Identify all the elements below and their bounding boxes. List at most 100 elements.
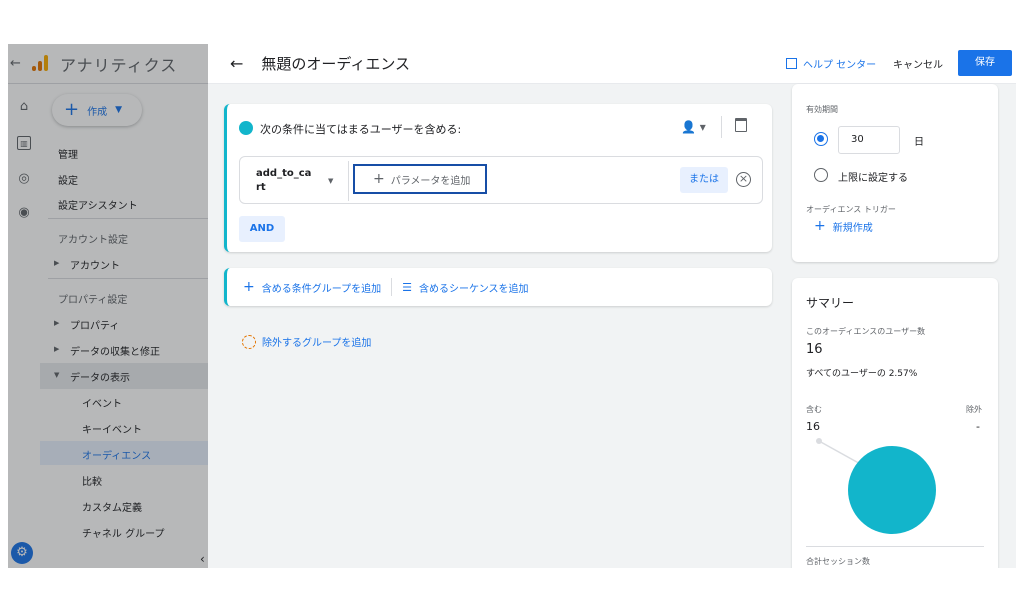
condition-row: add_to_cart ▼ + パラメータを追加 または × bbox=[239, 156, 763, 204]
new-trigger-label: 新規作成 bbox=[832, 222, 873, 234]
divider bbox=[391, 278, 393, 296]
caret-down-icon[interactable]: ▼ bbox=[328, 177, 333, 185]
pie-leader-line bbox=[818, 440, 865, 467]
exclude-icon bbox=[242, 334, 256, 349]
reports-icon[interactable]: ▥ bbox=[17, 136, 31, 150]
analytics-sidebar: ← アナリティクス ⌂ ▥ ◎ ◉ ⚙ + 作成 ▼ 管理 設定 設定アシスタン… bbox=[8, 44, 208, 568]
plus-icon: + bbox=[373, 171, 385, 187]
help-center-link[interactable]: ヘルプ センター bbox=[786, 56, 876, 71]
sequence-icon: ☰ bbox=[402, 280, 413, 294]
nav-custom-definitions[interactable]: カスタム定義 bbox=[82, 499, 142, 514]
nav-settings[interactable]: 設定 bbox=[58, 172, 78, 187]
audience-pie-chart bbox=[816, 438, 936, 534]
exclude-value: - bbox=[976, 420, 980, 433]
add-exclude-group-button[interactable]: 除外するグループを追加 bbox=[242, 334, 371, 349]
expand-arrow-icon: ▶ bbox=[54, 259, 60, 267]
nav-account-settings[interactable]: アカウント設定 bbox=[58, 231, 128, 246]
divider bbox=[48, 218, 208, 219]
max-duration-label: 上限に設定する bbox=[838, 173, 908, 184]
event-selector[interactable]: add_to_cart bbox=[256, 167, 314, 195]
app-topbar: ← アナリティクス bbox=[8, 44, 208, 84]
back-arrow-icon[interactable]: ← bbox=[230, 54, 243, 73]
editor-header: ← 無題のオーディエンス ヘルプ センター キャンセル 保存 bbox=[208, 44, 1016, 84]
users-percent: すべてのユーザーの 2.57% bbox=[806, 369, 918, 379]
external-link-icon bbox=[786, 58, 797, 69]
nav-key-events[interactable]: キーイベント bbox=[82, 421, 142, 436]
back-arrow-icon[interactable]: ← bbox=[10, 56, 24, 71]
divider bbox=[721, 116, 722, 138]
page-title[interactable]: 無題のオーディエンス bbox=[261, 53, 410, 74]
duration-card: 有効期間 30 日 上限に設定する オーディエンス トリガー + 新規作成 bbox=[792, 84, 998, 262]
nav-setup-assistant[interactable]: 設定アシスタント bbox=[58, 197, 138, 212]
add-condition-group-button[interactable]: + 含める条件グループを追加 bbox=[243, 279, 381, 295]
save-button[interactable]: 保存 bbox=[958, 50, 1012, 76]
divider bbox=[48, 278, 208, 279]
analytics-logo-icon bbox=[32, 54, 50, 73]
chevron-left-icon[interactable]: ‹ bbox=[200, 552, 205, 566]
pie-include-slice bbox=[848, 446, 936, 534]
add-parameter-button[interactable]: + パラメータを追加 bbox=[353, 164, 487, 194]
nav-admin[interactable]: 管理 bbox=[58, 146, 78, 161]
include-label: 含む bbox=[806, 405, 822, 414]
pie-leader-dot bbox=[816, 438, 822, 444]
cancel-button[interactable]: キャンセル bbox=[893, 56, 943, 71]
nav-property[interactable]: プロパティ bbox=[70, 317, 119, 332]
create-button[interactable]: + 作成 ▼ bbox=[52, 94, 142, 126]
caret-down-icon: ▼ bbox=[115, 105, 123, 115]
radio-days[interactable] bbox=[814, 132, 828, 146]
app-title: アナリティクス bbox=[60, 55, 178, 75]
exclude-label: 除外 bbox=[966, 405, 982, 414]
advertising-icon[interactable]: ◉ bbox=[17, 206, 31, 220]
nav-data-display[interactable]: データの表示 bbox=[70, 369, 130, 384]
duration-label: 有効期間 bbox=[806, 105, 838, 114]
gear-icon[interactable]: ⚙ bbox=[11, 542, 33, 564]
plus-icon: + bbox=[243, 279, 255, 295]
summary-card: サマリー このオーディエンスのユーザー数 16 すべてのユーザーの 2.57% … bbox=[792, 278, 998, 568]
editor-canvas: 次の条件に当てはまるユーザーを含める: 👤 ▾ add_to_cart ▼ + … bbox=[208, 84, 1016, 568]
trash-icon[interactable] bbox=[735, 118, 747, 132]
home-icon[interactable]: ⌂ bbox=[17, 100, 31, 114]
plus-icon: + bbox=[814, 218, 826, 234]
plus-icon: + bbox=[64, 99, 80, 120]
add-group-card: + 含める条件グループを追加 ☰ 含めるシーケンスを追加 bbox=[224, 268, 772, 306]
condition-dot-icon bbox=[239, 121, 253, 135]
radio-max[interactable] bbox=[814, 168, 828, 182]
include-value: 16 bbox=[806, 420, 820, 433]
expand-arrow-icon: ▶ bbox=[54, 319, 60, 327]
remove-condition-icon[interactable]: × bbox=[736, 172, 751, 187]
sessions-label: 合計セッション数 bbox=[806, 557, 870, 566]
collapse-arrow-icon: ▼ bbox=[54, 371, 60, 379]
summary-title: サマリー bbox=[806, 296, 855, 310]
nav-rail: ⌂ ▥ ◎ ◉ ⚙ bbox=[8, 84, 40, 568]
help-center-label: ヘルプ センター bbox=[803, 60, 877, 71]
trigger-label: オーディエンス トリガー bbox=[806, 205, 896, 214]
nav-account[interactable]: アカウント bbox=[70, 257, 120, 272]
expand-arrow-icon: ▶ bbox=[54, 345, 60, 353]
add-exclude-label: 除外するグループを追加 bbox=[262, 338, 372, 349]
add-condition-group-label: 含める条件グループを追加 bbox=[261, 283, 382, 295]
users-value: 16 bbox=[806, 342, 823, 357]
add-sequence-button[interactable]: ☰ 含めるシーケンスを追加 bbox=[402, 280, 528, 295]
nav-comparisons[interactable]: 比較 bbox=[82, 473, 102, 488]
nav-property-settings[interactable]: プロパティ設定 bbox=[58, 291, 127, 306]
divider bbox=[806, 546, 984, 547]
new-trigger-button[interactable]: + 新規作成 bbox=[814, 218, 873, 234]
add-sequence-label: 含めるシーケンスを追加 bbox=[419, 283, 529, 295]
nav-data-collection[interactable]: データの収集と修正 bbox=[70, 343, 160, 358]
and-button[interactable]: AND bbox=[239, 216, 285, 242]
nav-events[interactable]: イベント bbox=[82, 395, 122, 410]
divider bbox=[348, 161, 349, 201]
condition-title: 次の条件に当てはまるユーザーを含める: bbox=[260, 123, 462, 136]
user-scope-icon[interactable]: 👤 ▾ bbox=[681, 120, 706, 134]
duration-input[interactable]: 30 bbox=[838, 126, 900, 154]
users-label: このオーディエンスのユーザー数 bbox=[806, 327, 926, 336]
nav-audiences[interactable]: オーディエンス bbox=[82, 447, 151, 462]
create-label: 作成 bbox=[87, 106, 108, 118]
screen: ← アナリティクス ⌂ ▥ ◎ ◉ ⚙ + 作成 ▼ 管理 設定 設定アシスタン… bbox=[8, 44, 1016, 568]
or-button[interactable]: または bbox=[680, 167, 728, 193]
condition-group-card: 次の条件に当てはまるユーザーを含める: 👤 ▾ add_to_cart ▼ + … bbox=[224, 104, 772, 252]
add-parameter-label: パラメータを追加 bbox=[390, 175, 471, 187]
nav-channel-groups[interactable]: チャネル グループ bbox=[82, 525, 164, 540]
duration-unit: 日 bbox=[914, 137, 924, 148]
explore-icon[interactable]: ◎ bbox=[17, 172, 31, 186]
